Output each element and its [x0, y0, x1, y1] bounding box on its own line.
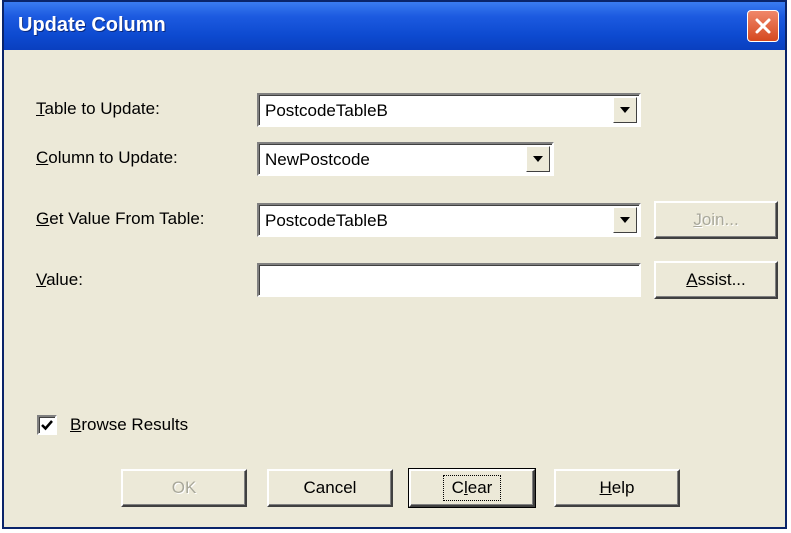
get-value-from-table-value: PostcodeTableB: [265, 211, 388, 230]
cancel-button[interactable]: Cancel: [267, 469, 393, 507]
table-to-update-value: PostcodeTableB: [265, 101, 388, 120]
dialog-title: Update Column: [18, 14, 166, 36]
table-to-update-combo[interactable]: PostcodeTableB: [257, 93, 641, 127]
help-button[interactable]: Help: [554, 469, 680, 507]
column-to-update-value: NewPostcode: [265, 150, 370, 169]
get-value-from-table-dropdown-button[interactable]: [613, 207, 637, 233]
title-bar[interactable]: Update Column: [4, 2, 785, 50]
dropdown-arrow-icon: [620, 217, 630, 223]
get-value-from-table-label: Get Value From Table:: [36, 209, 205, 228]
table-to-update-label: Table to Update:: [36, 99, 160, 118]
close-icon: [755, 18, 771, 34]
get-value-from-table-combo[interactable]: PostcodeTableB: [257, 203, 641, 237]
column-to-update-dropdown-button[interactable]: [526, 146, 550, 172]
assist-button[interactable]: Assist...: [654, 261, 778, 299]
ok-button[interactable]: OK: [121, 469, 247, 507]
table-to-update-dropdown-button[interactable]: [613, 97, 637, 123]
dropdown-arrow-icon: [620, 107, 630, 113]
dropdown-arrow-icon: [533, 156, 543, 162]
join-button[interactable]: Join...: [654, 201, 778, 239]
browse-results-checkbox[interactable]: [37, 415, 57, 435]
browse-results-label[interactable]: Browse Results: [70, 415, 188, 435]
column-to-update-label: Column to Update:: [36, 148, 178, 167]
value-input[interactable]: [257, 263, 641, 297]
update-column-dialog: Update Column Table to Update: PostcodeT…: [2, 0, 787, 529]
clear-button[interactable]: Clear: [408, 468, 536, 508]
value-label: Value:: [36, 270, 83, 289]
close-button[interactable]: [747, 10, 779, 42]
checkmark-icon: [41, 420, 53, 431]
column-to-update-combo[interactable]: NewPostcode: [257, 142, 554, 176]
clear-button-focus: Clear: [442, 475, 502, 501]
